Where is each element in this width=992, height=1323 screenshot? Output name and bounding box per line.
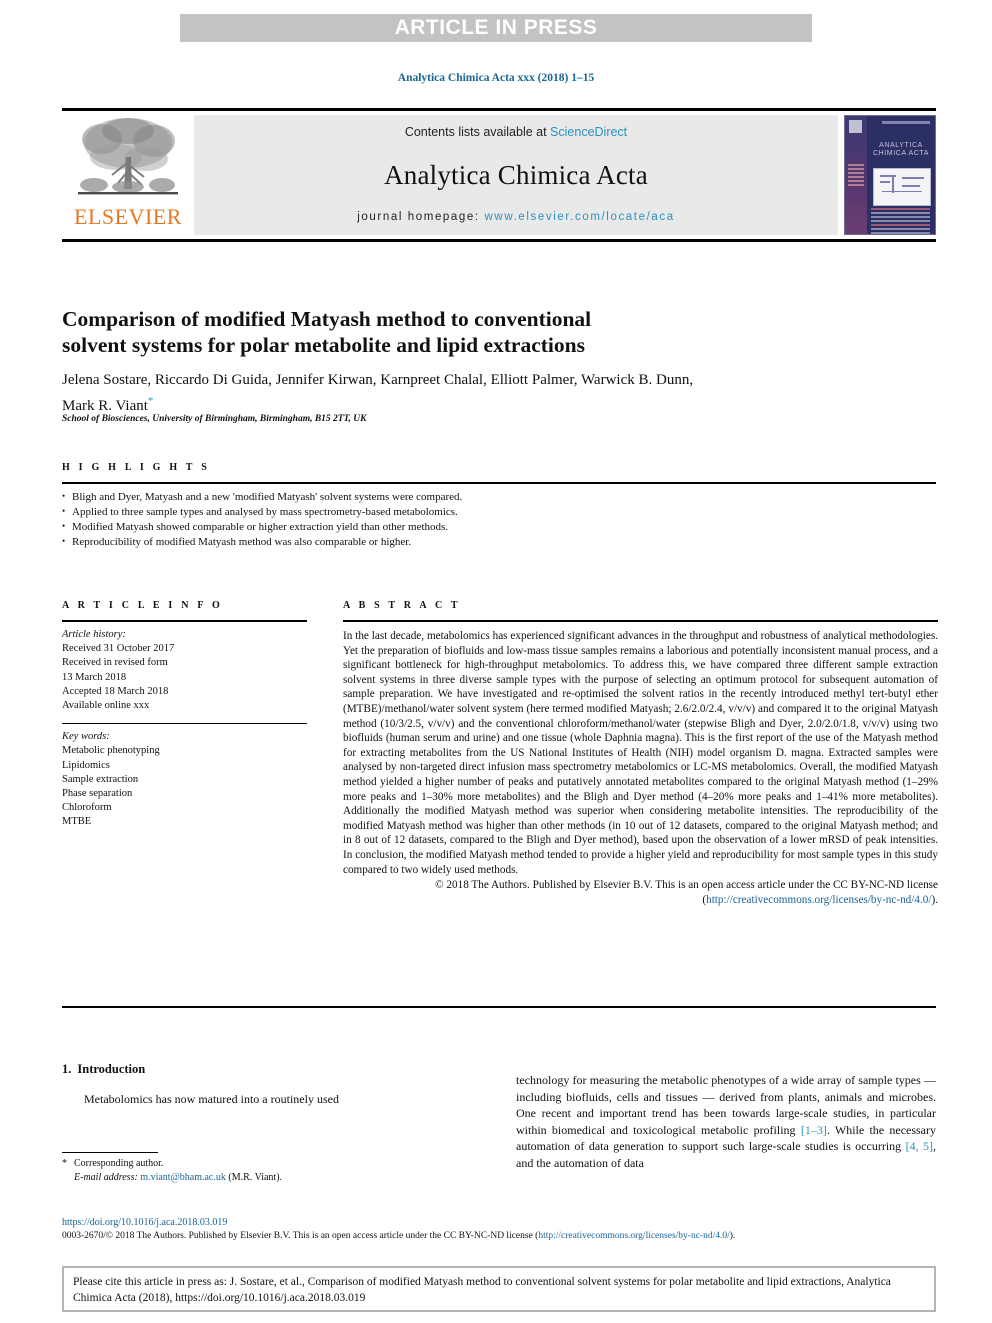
elsevier-logo: ELSEVIER (62, 111, 194, 239)
history-accepted: Accepted 18 March 2018 (62, 685, 169, 697)
email-link[interactable]: m.viant@bham.ac.uk (140, 1172, 226, 1183)
keyword-item: Sample extraction (62, 773, 139, 785)
cover-journal-title: ANALYTICA CHIMICA ACTA (872, 142, 930, 157)
journal-cover-thumbnail: ANALYTICA CHIMICA ACTA (844, 115, 936, 235)
abstract-bottom-rule (62, 1006, 936, 1008)
footer-cc-license-link[interactable]: http://creativecommons.org/licenses/by-n… (538, 1231, 729, 1241)
keyword-item: Chloroform (62, 802, 112, 814)
keywords-label: Key words: (62, 731, 110, 743)
cover-side-lines (848, 164, 864, 188)
highlight-item: Reproducibility of modified Matyash meth… (62, 534, 936, 550)
article-info-section: A R T I C L E I N F O Article history: R… (62, 600, 307, 830)
issn-text: 0003-2670/© 2018 The Authors. Published … (62, 1231, 539, 1241)
article-title: Comparison of modified Matyash method to… (62, 307, 592, 358)
footnote-corresponding-line: * Corresponding author. (62, 1157, 482, 1171)
email-address-label: E-mail address: (74, 1171, 138, 1183)
elsevier-wordmark: ELSEVIER (74, 204, 182, 229)
journal-title: Analytica Chimica Acta (384, 159, 648, 190)
keyword-item: Phase separation (62, 788, 133, 800)
doi-footer: https://doi.org/10.1016/j.aca.2018.03.01… (62, 1216, 936, 1243)
history-received: Received 31 October 2017 (62, 643, 175, 655)
journal-reference-line: Analytica Chimica Acta xxx (2018) 1–15 (397, 72, 595, 84)
contents-lists-prefix: Contents lists available at (404, 125, 551, 139)
footnote-email-line: E-mail address: m.viant@bham.ac.uk (M.R.… (62, 1171, 482, 1185)
author-names: Jelena Sostare, Riccardo Di Guida, Jenni… (62, 372, 694, 414)
introduction-paragraph-right: technology for measuring the metabolic p… (516, 1072, 936, 1171)
doi-link[interactable]: https://doi.org/10.1016/j.aca.2018.03.01… (62, 1216, 936, 1229)
citation-link-1[interactable]: [1–3] (801, 1123, 827, 1137)
issn-suffix: ). (729, 1231, 736, 1241)
highlight-item: Bligh and Dyer, Matyash and a new 'modif… (62, 489, 936, 505)
corresponding-author-footnote: * Corresponding author. E-mail address: … (62, 1152, 482, 1184)
abstract-text: In the last decade, metabolomics has exp… (343, 630, 938, 876)
corresponding-author-marker: * (147, 395, 154, 407)
author-affiliation: School of Biosciences, University of Bir… (62, 414, 367, 424)
journal-masthead: ELSEVIER Contents lists available at Sci… (62, 108, 936, 242)
keyword-item: Metabolic phenotyping (62, 745, 160, 757)
article-in-press-label: ARTICLE IN PRESS (394, 16, 598, 39)
citation-link-2[interactable]: [4, 5] (906, 1139, 933, 1153)
cover-logo-mark (849, 120, 862, 133)
issn-copyright-line: 0003-2670/© 2018 The Authors. Published … (62, 1230, 936, 1243)
article-info-rule (62, 620, 307, 622)
journal-contents-box: Contents lists available at ScienceDirec… (194, 115, 838, 235)
contents-lists-line: Contents lists available at ScienceDirec… (405, 125, 627, 139)
author-list: Jelena Sostare, Riccardo Di Guida, Jenni… (62, 370, 702, 417)
highlights-section: H I G H L I G H T S Bligh and Dyer, Maty… (62, 462, 936, 550)
section-number: 1. (62, 1062, 72, 1076)
keyword-item: Lipidomics (62, 759, 110, 771)
email-owner: (M.R. Viant). (228, 1171, 283, 1183)
abstract-copyright: © 2018 The Authors. Published by Elsevie… (343, 878, 938, 907)
homepage-url-link[interactable]: www.elsevier.com/locate/aca (485, 211, 675, 223)
introduction-right-column: technology for measuring the metabolic p… (516, 1060, 936, 1183)
abstract-rule (343, 620, 938, 622)
asterisk-icon: * (62, 1158, 67, 1169)
corresponding-author-text: Corresponding author. (74, 1158, 164, 1169)
history-available-online: Available online xxx (62, 700, 150, 712)
highlights-heading: H I G H L I G H T S (62, 462, 210, 473)
article-history-label: Article history: (62, 629, 126, 640)
sciencedirect-link[interactable]: ScienceDirect (550, 125, 627, 139)
history-revised-label: Received in revised form (62, 657, 168, 669)
introduction-left-column: 1. Introduction Metabolomics has now matu… (62, 1062, 482, 1120)
keywords-block: Key words: Metabolic phenotyping Lipidom… (62, 730, 307, 829)
article-history-block: Article history: Received 31 October 201… (62, 628, 307, 713)
abstract-heading: A B S T R A C T (343, 600, 461, 611)
copyright-suffix: ). (931, 893, 938, 906)
introduction-heading: 1. Introduction (62, 1062, 482, 1077)
elsevier-tree-icon (78, 118, 178, 195)
cover-figure-panel (873, 168, 931, 206)
introduction-paragraph-left: Metabolomics has now matured into a rout… (84, 1092, 339, 1106)
please-cite-box: Please cite this article in press as: J.… (62, 1266, 936, 1312)
highlights-rule (62, 482, 936, 484)
article-in-press-banner: ARTICLE IN PRESS (180, 14, 812, 42)
highlights-list: Bligh and Dyer, Matyash and a new 'modif… (62, 489, 936, 550)
abstract-section: A B S T R A C T In the last decade, meta… (343, 600, 938, 907)
cc-license-link[interactable]: http://creativecommons.org/licenses/by-n… (706, 894, 931, 906)
keywords-rule (62, 723, 307, 725)
highlight-item: Modified Matyash showed comparable or hi… (62, 519, 936, 535)
article-info-heading: A R T I C L E I N F O (62, 600, 223, 611)
cover-top-rule (882, 121, 930, 124)
keyword-item: MTBE (62, 816, 92, 828)
history-revised-date: 13 March 2018 (62, 671, 127, 683)
highlight-item: Applied to three sample types and analys… (62, 504, 936, 520)
journal-homepage-line: journal homepage: www.elsevier.com/locat… (357, 211, 674, 223)
section-title: Introduction (77, 1062, 146, 1076)
cover-bottom-lines (871, 208, 930, 234)
homepage-label: journal homepage: (357, 211, 485, 223)
footnote-rule (62, 1152, 158, 1153)
